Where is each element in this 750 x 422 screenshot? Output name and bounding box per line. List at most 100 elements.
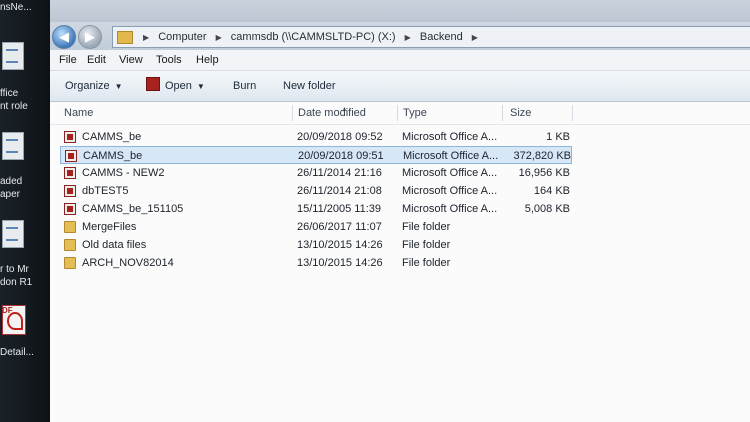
file-date: 20/09/2018 09:52	[297, 131, 383, 143]
desktop-item-label: r to Mr	[0, 264, 29, 275]
file-type: Microsoft Office A...	[402, 185, 498, 197]
file-size: 16,956 KB	[518, 167, 570, 179]
menu-file[interactable]: File	[59, 50, 77, 70]
table-row-selected[interactable]: CAMMS_be 20/09/2018 09:51 Microsoft Offi…	[60, 146, 572, 164]
burn-button[interactable]: Burn	[233, 71, 256, 101]
command-bar: Organize ▼ Open ▼ Burn New folder	[50, 71, 750, 102]
file-date: 20/09/2018 09:51	[298, 150, 384, 162]
file-list: Name ▲ Date modified Type Size CAMMS_be …	[50, 102, 750, 422]
file-date: 26/06/2017 11:07	[297, 221, 382, 233]
chevron-right-icon[interactable]: ▶	[216, 28, 222, 48]
document-icon	[2, 220, 24, 248]
address-bar: ◀ ▶ ▶ Computer ▶ cammsdb (\\CAMMSLTD-PC)…	[50, 22, 750, 50]
column-size[interactable]: Size	[510, 102, 531, 124]
chevron-right-icon[interactable]: ▶	[405, 28, 411, 48]
organize-label: Organize	[65, 80, 110, 92]
folder-icon	[117, 31, 133, 44]
desktop-item-label: aper	[0, 189, 21, 200]
column-headers: Name ▲ Date modified Type Size	[50, 102, 750, 125]
table-row[interactable]: ARCH_NOV82014 13/10/2015 14:26 File fold…	[60, 254, 572, 272]
access-app-icon	[146, 77, 160, 91]
desktop-item-label: ffice	[0, 88, 19, 99]
breadcrumb: ▶ Computer ▶ cammsdb (\\CAMMSLTD-PC) (X:…	[137, 27, 484, 48]
open-button[interactable]: Open ▼	[146, 71, 205, 102]
document-icon	[2, 132, 24, 160]
file-date: 13/10/2015 14:26	[297, 257, 383, 269]
organize-button[interactable]: Organize ▼	[65, 71, 123, 102]
chevron-right-icon[interactable]: ▶	[472, 28, 478, 48]
file-type: Microsoft Office A...	[402, 167, 498, 179]
table-row[interactable]: MergeFiles 26/06/2017 11:07 File folder	[60, 218, 572, 236]
desktop-item-label: nt role	[0, 101, 28, 112]
column-divider[interactable]	[292, 105, 293, 121]
file-name: CAMMS - NEW2	[82, 167, 165, 179]
folder-icon	[64, 239, 76, 251]
menu-edit[interactable]: Edit	[87, 50, 106, 70]
desktop-item-label: aded	[0, 176, 23, 187]
table-row[interactable]: dbTEST5 26/11/2014 21:08 Microsoft Offic…	[60, 182, 572, 200]
table-row[interactable]: CAMMS - NEW2 26/11/2014 21:16 Microsoft …	[60, 164, 572, 182]
breadcrumb-backend[interactable]: Backend	[420, 31, 463, 43]
arrow-left-icon: ◀	[59, 29, 69, 44]
access-file-icon	[64, 131, 76, 143]
column-divider[interactable]	[572, 105, 573, 121]
explorer-window: ◀ ▶ ▶ Computer ▶ cammsdb (\\CAMMSLTD-PC)…	[50, 0, 750, 422]
column-name[interactable]: Name	[64, 102, 93, 124]
file-size: 164 KB	[533, 185, 570, 197]
file-size: 372,820 KB	[513, 150, 572, 162]
file-size: 5,008 KB	[524, 203, 570, 215]
folder-icon	[64, 221, 76, 233]
access-file-icon	[65, 150, 77, 162]
column-divider[interactable]	[502, 105, 503, 121]
address-field[interactable]: ▶ Computer ▶ cammsdb (\\CAMMSLTD-PC) (X:…	[112, 26, 750, 48]
table-row[interactable]: CAMMS_be 20/09/2018 09:52 Microsoft Offi…	[60, 128, 572, 146]
file-date: 15/11/2005 11:39	[297, 203, 382, 215]
menu-help[interactable]: Help	[196, 50, 219, 70]
breadcrumb-computer[interactable]: Computer	[158, 31, 206, 43]
access-file-icon	[64, 185, 76, 197]
chevron-right-icon[interactable]: ▶	[143, 28, 149, 48]
desktop-item-label: Detail...	[0, 347, 34, 358]
menu-view[interactable]: View	[119, 50, 143, 70]
file-name: ARCH_NOV82014	[82, 257, 174, 269]
file-type: Microsoft Office A...	[402, 131, 498, 143]
menu-bar: File Edit View Tools Help	[50, 50, 750, 71]
folder-icon	[64, 257, 76, 269]
table-row[interactable]: Old data files 13/10/2015 14:26 File fol…	[60, 236, 572, 254]
file-type: Microsoft Office A...	[402, 203, 498, 215]
file-type: File folder	[402, 221, 451, 233]
forward-button[interactable]: ▶	[78, 25, 102, 49]
access-file-icon	[64, 167, 76, 179]
chevron-down-icon: ▼	[114, 82, 123, 91]
title-bar[interactable]	[50, 0, 750, 22]
file-name: MergeFiles	[82, 221, 137, 233]
file-date: 26/11/2014 21:08	[297, 185, 382, 197]
file-type: File folder	[402, 239, 451, 251]
open-label: Open	[165, 80, 192, 92]
column-type[interactable]: Type	[403, 102, 427, 124]
chevron-down-icon: ▼	[196, 82, 205, 91]
access-file-icon	[64, 203, 76, 215]
breadcrumb-drive[interactable]: cammsdb (\\CAMMSLTD-PC) (X:)	[231, 31, 396, 43]
desktop-strip: nsNe... ffice nt role aded aper r to Mr …	[0, 0, 50, 422]
new-folder-button[interactable]: New folder	[283, 71, 336, 101]
table-row[interactable]: CAMMS_be_151105 15/11/2005 11:39 Microso…	[60, 200, 572, 218]
file-name: Old data files	[82, 239, 147, 251]
column-date-modified[interactable]: Date modified	[298, 102, 366, 124]
menu-tools[interactable]: Tools	[156, 50, 182, 70]
desktop-item-label: don R1	[0, 277, 33, 288]
file-name: CAMMS_be_151105	[82, 203, 184, 215]
file-name: CAMMS_be	[83, 150, 143, 162]
file-type: Microsoft Office A...	[403, 150, 499, 162]
file-name: CAMMS_be	[82, 131, 142, 143]
desktop-item-label: nsNe...	[0, 2, 32, 13]
back-button[interactable]: ◀	[52, 25, 76, 49]
file-date: 13/10/2015 14:26	[297, 239, 383, 251]
desktop-item-label: DF	[2, 306, 13, 315]
document-icon	[2, 42, 24, 70]
file-type: File folder	[402, 257, 451, 269]
file-size: 1 KB	[546, 131, 570, 143]
file-date: 26/11/2014 21:16	[297, 167, 382, 179]
arrow-right-icon: ▶	[85, 29, 95, 44]
column-divider[interactable]	[397, 105, 398, 121]
